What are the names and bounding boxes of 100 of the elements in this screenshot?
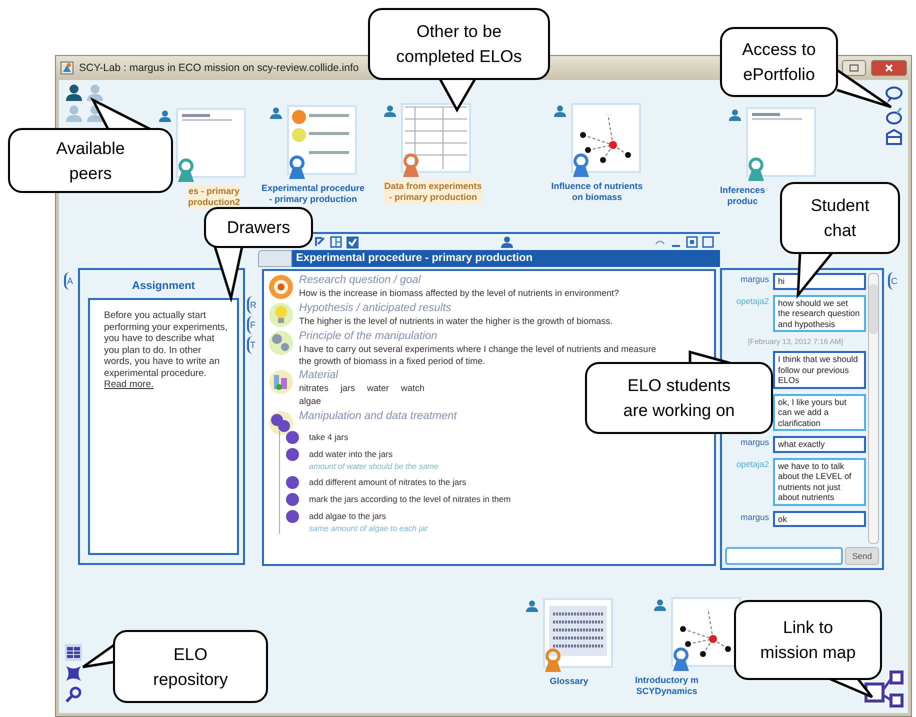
elo-label[interactable]: Inferences produc [720,184,766,208]
person-icon[interactable] [158,110,170,122]
material-item: watch [401,382,425,395]
elo-thumbnail[interactable] [542,598,612,668]
step-text: add water into the jars [309,448,394,461]
person-icon[interactable] [654,599,666,611]
elo-thumbnail[interactable] [400,103,470,173]
hypothesis-icon [268,302,294,328]
chat-message: what exactly [773,436,866,452]
restore-button[interactable] [842,60,866,76]
chat-message: ok, I like yours but can we add a clarification [773,394,866,431]
callout: Access to ePortfolio [720,27,838,97]
step-text: add different amount of nitrates to the jars [309,476,466,489]
chat-message: we have to to talk about the LEVEL of nutrients not just about nutrients [773,458,866,506]
chat-author: margus [740,273,769,286]
drawer-tab[interactable]: C [888,272,898,290]
elo-window-title: Experimental procedure - primary production [292,250,720,267]
step-icon [286,493,299,506]
elo-label[interactable]: Data from experiments - primary production [384,180,482,204]
material-item: water [367,382,390,395]
section-text: The higher is the level of nutrients in water the higher is the growth of biomass. [299,315,613,327]
chat-message: I think that we should follow our previous ELOs [773,351,866,388]
assignment-text: Before you actually start performing your experiments, you have to describe what you plan to do. In other words, you have to write an experimental procedure. Read more. [104,310,228,390]
person-icon[interactable] [554,105,566,117]
callout-pointer [91,98,152,131]
person-icon[interactable] [500,236,512,248]
grid-icon[interactable] [65,644,82,661]
material-item: jars [340,382,356,395]
step-note: amount of water should be the same [309,461,438,472]
peer-icon[interactable] [86,84,104,102]
person-icon[interactable] [384,105,396,117]
elo-label[interactable]: Introductory m SCYDynamics [635,674,699,698]
material-item: nitrates [299,382,329,395]
section-heading: Material [299,369,340,382]
speech-bubble-icon[interactable] [885,86,903,104]
app-icon [60,61,74,75]
close-button[interactable] [871,60,907,76]
elo-thumbnail[interactable] [746,107,816,177]
restore-icon [849,64,859,72]
chat-author: opetaja2 [735,294,769,308]
read-more-link[interactable]: Read more. [104,379,154,390]
star-icon[interactable] [65,665,82,682]
drawer-tab[interactable]: T [247,336,257,354]
chat-message: how should we set the research question and hypothesis [773,294,866,332]
box-icon[interactable] [885,128,903,146]
person-icon[interactable] [270,107,282,119]
chat-author: margus [740,510,769,524]
split-icon[interactable] [330,236,342,248]
search-icon[interactable] [65,686,82,703]
callout-pointer [796,251,834,297]
elo-label[interactable]: es - primary production2 [188,185,240,209]
restore-icon[interactable] [686,236,698,248]
section-heading: Principle of the manipulation [299,330,438,343]
elo-label[interactable]: Experimental procedure - primary production [261,182,365,206]
step-icon [286,510,299,523]
section-text: How is the increase in biomass affected by the level of nutrients in environment? [299,287,620,299]
person-icon[interactable] [526,600,538,612]
peer-icon[interactable] [65,84,83,102]
elo-thumbnail[interactable] [176,108,246,178]
edit-icon[interactable] [314,236,326,248]
step-text: mark the jars according to the level of nitrates in them [309,493,511,506]
step-text: take 4 jars [309,431,348,444]
chat-message: ok [773,510,866,527]
person-icon[interactable] [728,109,740,121]
drawer-tab[interactable]: A [64,272,74,290]
chat-author: margus [740,436,769,449]
elo-thumbnail[interactable] [570,103,640,173]
section-heading: Research question / goal [299,274,422,287]
section-heading: Manipulation and data treatment [299,410,458,423]
callout: ELO repository [113,630,268,703]
maximize-icon[interactable] [702,236,714,248]
elo-thumbnail[interactable] [286,105,356,175]
material-icon [268,369,294,395]
step-icon [286,476,299,489]
mission-map-icon[interactable] [864,670,904,708]
material-item: algae [299,395,322,408]
principle-icon [268,330,294,356]
goal-icon [268,274,294,300]
callout-pointer [835,68,893,109]
callout-pointer [828,677,874,699]
steps-icon [268,410,294,436]
elo-label[interactable]: Influence of nutrients on biomass [551,180,643,204]
step-icon [286,448,299,461]
callout-pointer [81,643,116,669]
scrollbar[interactable] [868,273,879,544]
close-icon [884,63,894,73]
chat-author: opetaja2 [735,458,769,470]
callout-pointer [438,77,477,112]
chat-input[interactable] [725,547,844,565]
step-note: same amount of algae to each jar [309,523,428,534]
drawer-tab[interactable]: F [247,316,257,334]
lasso-icon[interactable] [885,107,903,125]
step-icon [286,431,299,444]
section-heading: Hypothesis / anticipated results [299,302,452,315]
step-text: add algae to the jars [309,510,388,523]
send-button[interactable]: Send [845,547,879,565]
drawer-tab[interactable]: R [247,296,257,314]
assignment-title: Assignment [131,279,196,294]
check-icon[interactable] [346,236,359,248]
elo-label[interactable]: Glossary [550,675,588,688]
